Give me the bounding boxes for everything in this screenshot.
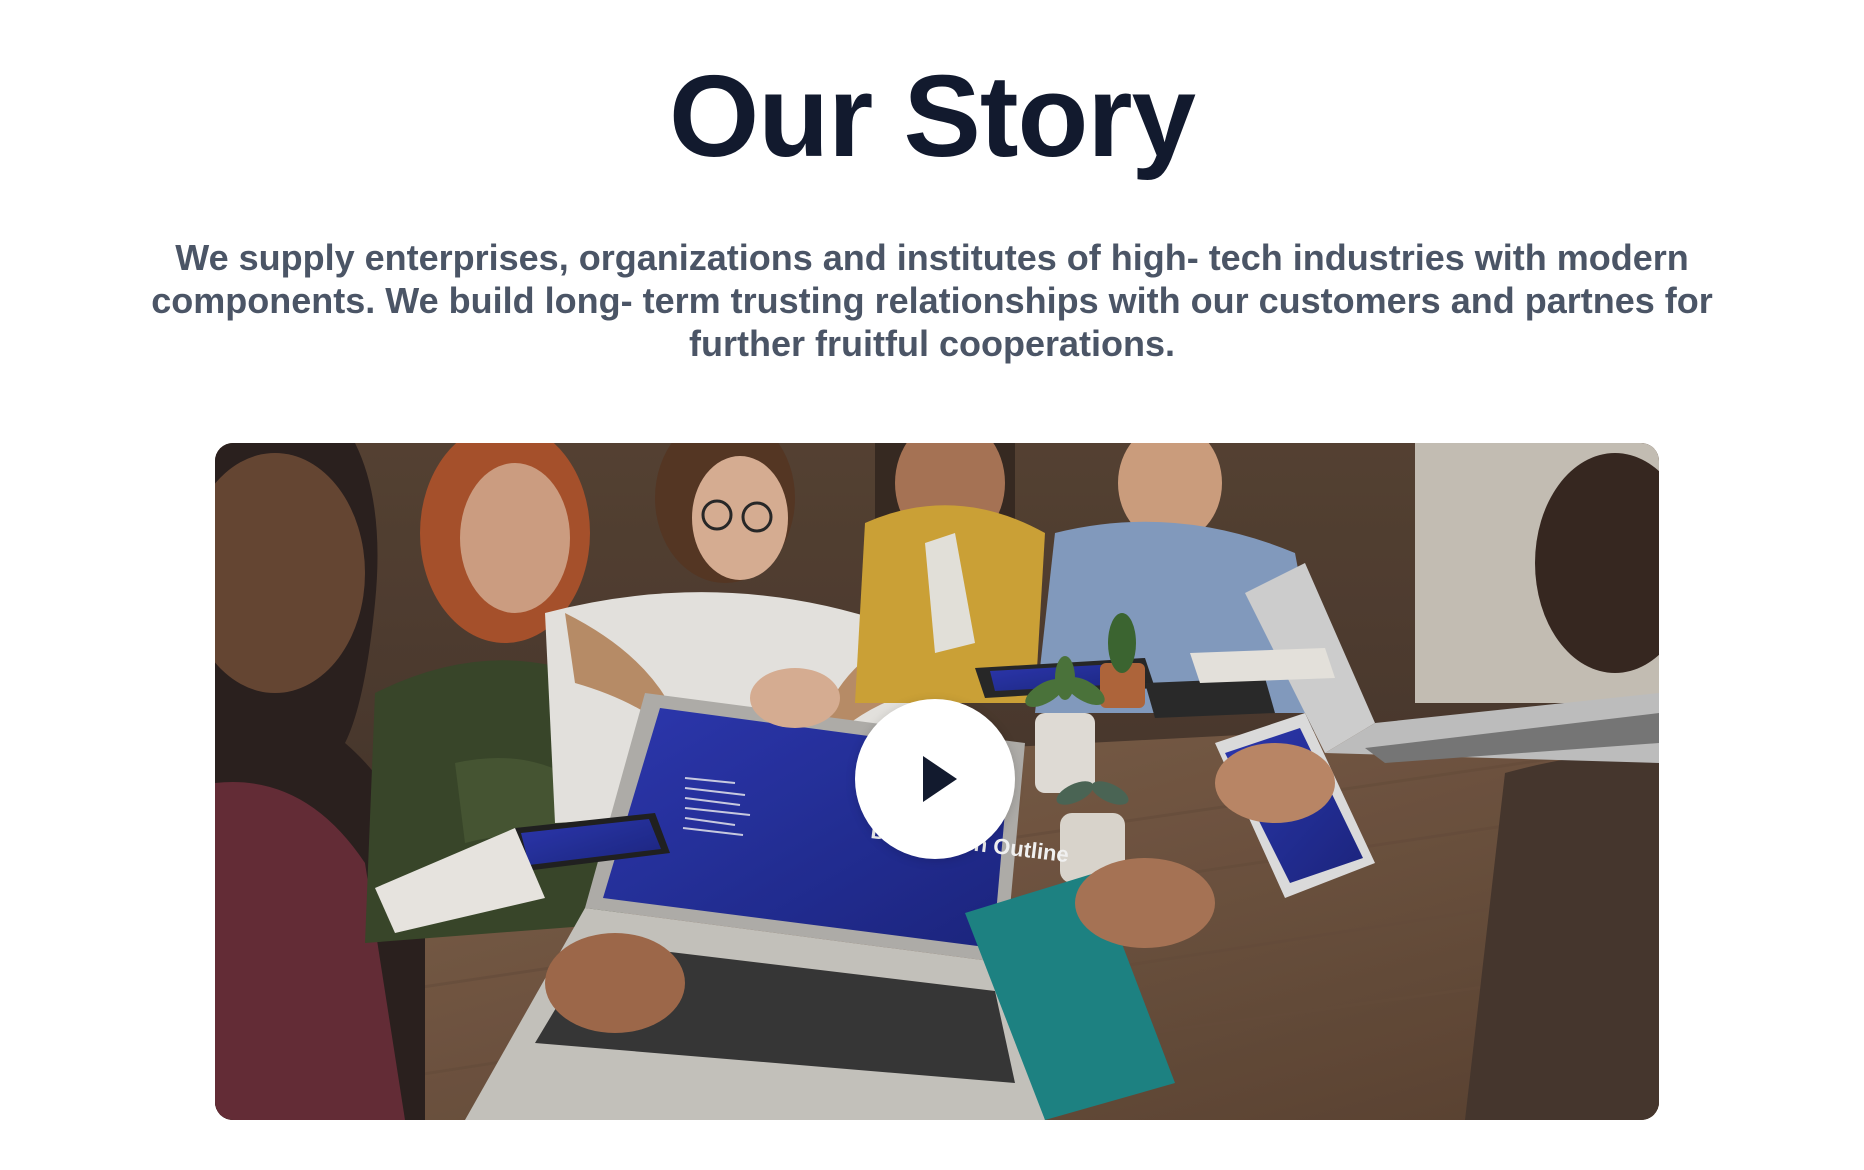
play-button[interactable] [855, 699, 1015, 859]
video-thumbnail[interactable]: Discussion Outline [215, 443, 1659, 1120]
page-title: Our Story [669, 51, 1196, 181]
our-story-section: Our Story We supply enterprises, organiz… [0, 0, 1864, 1170]
play-icon [923, 756, 957, 802]
section-description: We supply enterprises, organizations and… [151, 237, 1713, 364]
